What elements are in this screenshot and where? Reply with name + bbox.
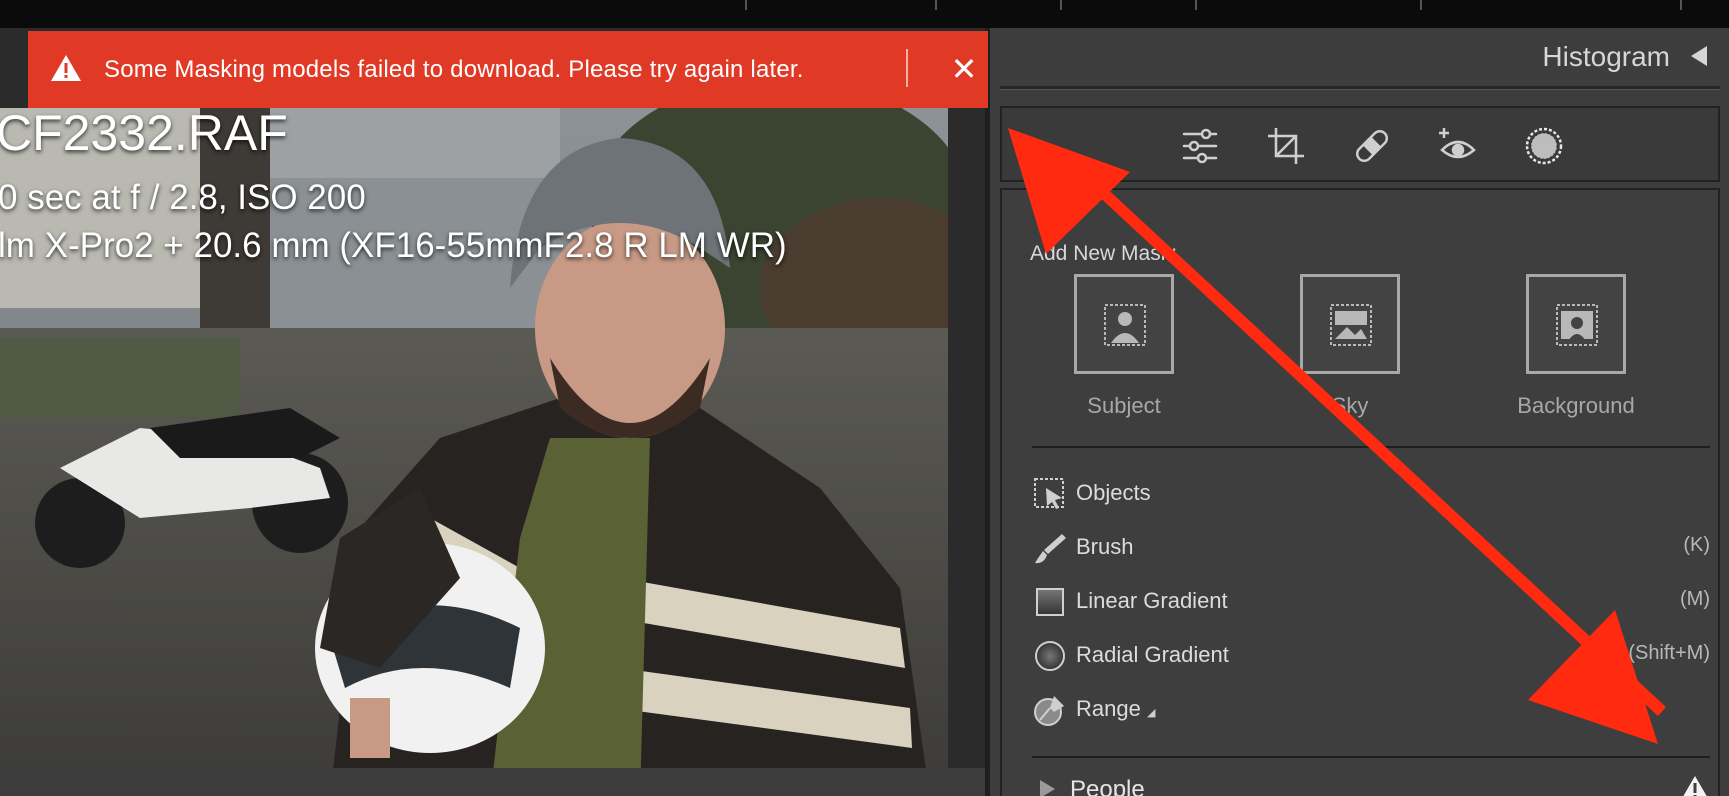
- photo-camera: lm X-Pro2 + 20.6 mm (XF16-55mmF2.8 R LM …: [0, 226, 787, 265]
- crop-icon[interactable]: [1264, 124, 1308, 168]
- histogram-divider: [1000, 86, 1720, 90]
- section-rule: [1032, 756, 1710, 758]
- radial-gradient-mask-item[interactable]: Radial Gradient (Shift+M): [1032, 636, 1710, 676]
- sky-label: Sky: [1331, 393, 1369, 418]
- top-module-bar: [0, 0, 1729, 28]
- background-icon: [1556, 304, 1598, 346]
- brush-label: Brush: [1076, 534, 1134, 559]
- sliders-icon[interactable]: [1178, 124, 1222, 168]
- people-label: People: [1070, 776, 1145, 796]
- photo-filename: CF2332.RAF: [0, 105, 288, 161]
- brush-mask-item[interactable]: Brush (K): [1032, 528, 1710, 568]
- radial-gradient-label: Radial Gradient: [1076, 642, 1229, 667]
- range-mask-item[interactable]: Range ◢: [1032, 690, 1710, 730]
- bandage-icon[interactable]: [1350, 124, 1394, 168]
- banner-separator: [906, 49, 908, 87]
- linear-gradient-label: Linear Gradient: [1076, 588, 1228, 613]
- objects-mask-item[interactable]: Objects: [1032, 474, 1710, 514]
- histogram-label: Histogram: [1542, 41, 1670, 72]
- masking-download-error-banner: Some Masking models failed to download. …: [28, 31, 988, 108]
- close-icon[interactable]: ✕: [948, 51, 980, 87]
- warning-icon: [51, 55, 81, 81]
- histogram-header[interactable]: Histogram: [990, 28, 1729, 86]
- people-section[interactable]: People: [1032, 770, 1710, 796]
- linear-gradient-mask-item[interactable]: Linear Gradient (M): [1032, 582, 1710, 622]
- photo-exposure: 0 sec at f / 2.8, ISO 200: [0, 178, 366, 217]
- range-label: Range ◢: [1076, 696, 1156, 721]
- background-mask-button[interactable]: [1526, 274, 1626, 374]
- lightroom-window: CF2332.RAF 0 sec at f / 2.8, ISO 200 lm …: [0, 0, 1729, 796]
- section-rule: [1032, 446, 1710, 448]
- photo-area: CF2332.RAF 0 sec at f / 2.8, ISO 200 lm …: [0, 28, 985, 796]
- masking-icon[interactable]: [1522, 124, 1566, 168]
- tool-strip: [1000, 106, 1720, 182]
- radial-gradient-shortcut: (Shift+M): [1628, 642, 1710, 664]
- develop-right-panel: Histogram Add New Mask: Subject Sky Back…: [990, 28, 1729, 796]
- range-icon: [1034, 696, 1064, 726]
- collapse-triangle-icon[interactable]: [1691, 46, 1707, 66]
- range-dropdown-icon[interactable]: ◢: [1147, 707, 1155, 719]
- objects-icon: [1034, 478, 1064, 509]
- background-label: Background: [1517, 393, 1635, 418]
- subject-mask-button[interactable]: [1074, 274, 1174, 374]
- linear-gradient-icon: [1036, 588, 1064, 616]
- radial-gradient-icon: [1035, 641, 1065, 671]
- masking-panel: Add New Mask: Subject Sky Background Obj…: [1000, 188, 1720, 796]
- warning-icon[interactable]: [1680, 774, 1710, 796]
- subject-icon: [1104, 304, 1146, 346]
- filmstrip-edge: [0, 768, 985, 796]
- add-new-mask-label: Add New Mask:: [1030, 242, 1178, 265]
- red-eye-icon[interactable]: [1436, 124, 1480, 168]
- sky-icon: [1330, 304, 1372, 346]
- banner-message: Some Masking models failed to download. …: [104, 56, 804, 83]
- sky-mask-button[interactable]: [1300, 274, 1400, 374]
- linear-gradient-shortcut: (M): [1680, 588, 1710, 610]
- subject-label: Subject: [1087, 393, 1161, 418]
- brush-icon: [1035, 534, 1066, 564]
- expand-triangle-icon[interactable]: [1040, 780, 1055, 796]
- brush-shortcut: (K): [1683, 534, 1710, 556]
- objects-label: Objects: [1076, 480, 1151, 505]
